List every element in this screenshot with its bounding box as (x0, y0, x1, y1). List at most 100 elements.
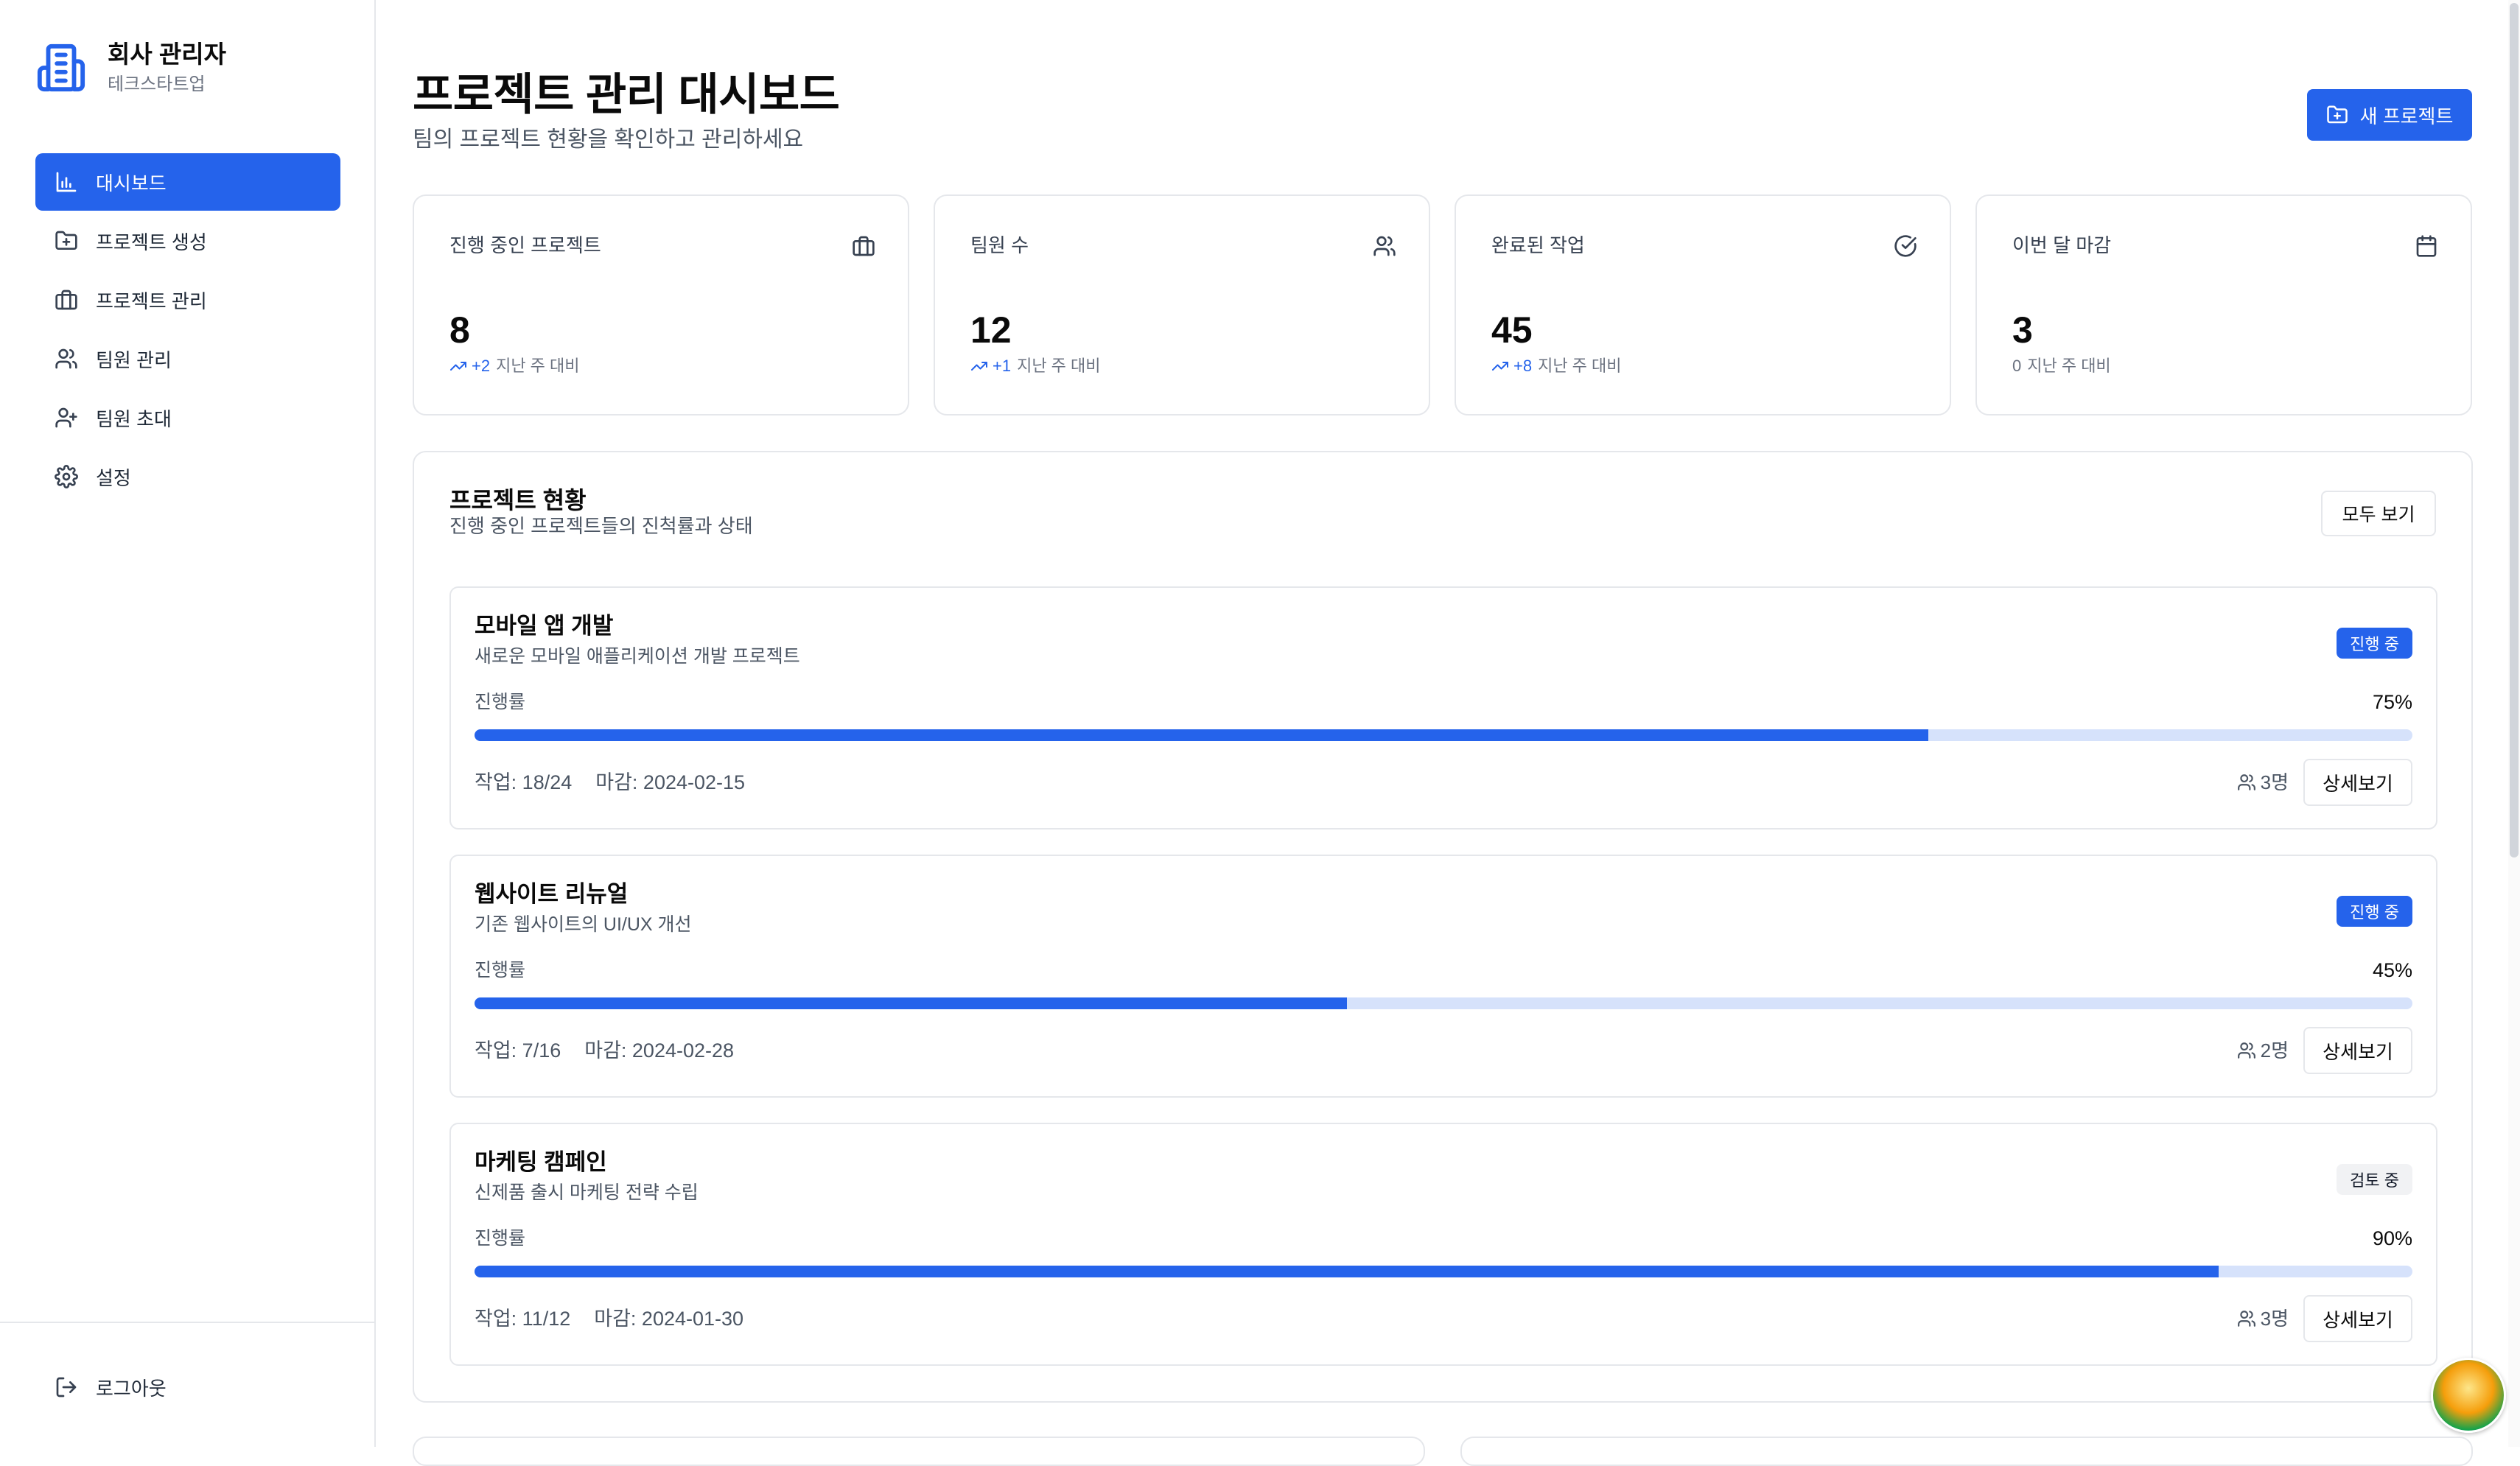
project-card-marketing-campaign: 마케팅 캠페인 신제품 출시 마케팅 전략 수립 검토 중 진행률 90% 작업… (449, 1123, 2437, 1366)
building-icon (35, 42, 87, 94)
users-icon (1373, 234, 1396, 258)
panel-title: 프로젝트 현황 (449, 487, 587, 513)
sidebar-item-invite-member[interactable]: 팀원 초대 (35, 389, 340, 446)
progress-bar (475, 729, 2412, 741)
logout-button[interactable]: 로그아웃 (35, 1358, 340, 1416)
stat-delta: +2 지난 주 대비 (449, 355, 580, 377)
sidebar-item-manage-projects[interactable]: 프로젝트 관리 (35, 271, 340, 329)
sidebar-item-label: 프로젝트 생성 (96, 231, 207, 253)
brand: 회사 관리자 테크스타트업 (35, 38, 226, 97)
stat-delta-value: +1 (993, 357, 1012, 375)
sidebar-nav: 대시보드 프로젝트 생성 프로젝트 관리 팀원 관리 팀원 초대 설정 (35, 153, 340, 507)
task-count: 작업: 11/12 (475, 1308, 571, 1330)
calendar-icon (2415, 234, 2438, 258)
progress-label: 진행률 (475, 960, 526, 981)
progress-bar-fill (475, 997, 1347, 1009)
progress-value: 90% (2372, 1227, 2412, 1249)
progress-bar-fill (475, 1266, 2219, 1277)
briefcase-icon (55, 288, 78, 312)
member-count-value: 3명 (2260, 1308, 2289, 1330)
sidebar-item-manage-members[interactable]: 팀원 관리 (35, 330, 340, 387)
briefcase-icon (852, 234, 875, 258)
page-scrollbar[interactable] (2508, 0, 2520, 1447)
member-count: 3명 (2237, 769, 2289, 796)
users-icon (2237, 1309, 2256, 1328)
sidebar-item-label: 팀원 초대 (96, 407, 172, 430)
stat-delta-suffix: 지난 주 대비 (1017, 357, 1101, 375)
users-icon (2237, 1041, 2256, 1060)
detail-button[interactable]: 상세보기 (2303, 759, 2412, 806)
member-count-value: 3명 (2260, 771, 2289, 793)
bottom-card-right (1460, 1437, 2473, 1466)
stat-value: 3 (2012, 309, 2033, 351)
sidebar-item-label: 설정 (96, 466, 131, 489)
assistant-avatar-button[interactable] (2431, 1358, 2506, 1433)
page-title: 프로젝트 관리 대시보드 (413, 70, 840, 119)
stat-value: 12 (970, 309, 1012, 351)
progress-value: 75% (2372, 691, 2412, 713)
stat-label: 팀원 수 (970, 234, 1029, 256)
sidebar-item-settings[interactable]: 설정 (35, 448, 340, 505)
progress-bar (475, 1266, 2412, 1277)
scrollbar-thumb[interactable] (2510, 3, 2519, 857)
progress-label: 진행률 (475, 692, 526, 712)
progress-value: 45% (2372, 959, 2412, 981)
progress-bar (475, 997, 2412, 1009)
new-project-button[interactable]: 새 프로젝트 (2307, 89, 2472, 141)
view-all-button[interactable]: 모두 보기 (2321, 491, 2436, 536)
project-description: 기존 웹사이트의 UI/UX 개선 (475, 914, 692, 935)
gear-icon (55, 465, 78, 488)
task-count: 작업: 7/16 (475, 1039, 561, 1062)
stat-delta-suffix: 지난 주 대비 (1538, 357, 1622, 375)
stat-delta: +1 지난 주 대비 (970, 355, 1101, 377)
member-count: 3명 (2237, 1305, 2289, 1332)
stat-delta-value: +8 (1513, 357, 1533, 375)
page-subtitle: 팀의 프로젝트 현황을 확인하고 관리하세요 (413, 127, 804, 152)
stats-row: 진행 중인 프로젝트 8 +2 지난 주 대비 팀원 수 12 +1 지난 주 … (413, 194, 2473, 415)
stat-label: 완료된 작업 (1491, 234, 1585, 256)
new-project-label: 새 프로젝트 (2359, 105, 2454, 127)
stat-value: 45 (1491, 309, 1533, 351)
stat-card-active-projects: 진행 중인 프로젝트 8 +2 지난 주 대비 (413, 194, 909, 415)
bottom-card-left (413, 1437, 1425, 1466)
status-badge: 검토 중 (2337, 1164, 2412, 1195)
progress-bar-fill (475, 729, 1928, 741)
project-name: 웹사이트 리뉴얼 (475, 881, 629, 907)
sidebar-footer: 로그아웃 (0, 1322, 374, 1447)
logout-label: 로그아웃 (96, 1377, 167, 1400)
stat-delta: 0 지난 주 대비 (2012, 355, 2111, 377)
project-meta: 작업: 11/12 마감: 2024-01-30 (475, 1305, 743, 1332)
stat-delta-suffix: 지난 주 대비 (496, 357, 580, 375)
stat-label: 이번 달 마감 (2012, 234, 2112, 256)
project-name: 마케팅 캠페인 (475, 1149, 607, 1175)
stat-label: 진행 중인 프로젝트 (449, 234, 601, 256)
project-card-mobile-app: 모바일 앱 개발 새로운 모바일 애플리케이션 개발 프로젝트 진행 중 진행률… (449, 586, 2437, 830)
stat-card-due-this-month: 이번 달 마감 3 0 지난 주 대비 (1975, 194, 2472, 415)
stat-delta: +8 지난 주 대비 (1491, 355, 1622, 377)
member-count-value: 2명 (2260, 1039, 2289, 1062)
users-icon (2237, 773, 2256, 792)
stat-card-completed-tasks: 완료된 작업 45 +8 지난 주 대비 (1455, 194, 1951, 415)
folder-plus-icon (55, 229, 78, 253)
status-badge: 진행 중 (2337, 628, 2412, 659)
sidebar-item-create-project[interactable]: 프로젝트 생성 (35, 212, 340, 270)
task-count: 작업: 18/24 (475, 771, 573, 793)
project-description: 신제품 출시 마케팅 전략 수립 (475, 1182, 699, 1203)
sidebar-item-label: 프로젝트 관리 (96, 290, 207, 312)
stat-value: 8 (449, 309, 470, 351)
status-badge: 진행 중 (2337, 896, 2412, 927)
project-status-panel: 프로젝트 현황 진행 중인 프로젝트들의 진척률과 상태 모두 보기 모바일 앱… (413, 451, 2473, 1403)
detail-button[interactable]: 상세보기 (2303, 1295, 2412, 1342)
project-meta: 작업: 18/24 마감: 2024-02-15 (475, 769, 745, 796)
stat-card-members: 팀원 수 12 +1 지난 주 대비 (934, 194, 1430, 415)
project-meta: 작업: 7/16 마감: 2024-02-28 (475, 1037, 734, 1064)
project-card-website-renewal: 웹사이트 리뉴얼 기존 웹사이트의 UI/UX 개선 진행 중 진행률 45% … (449, 855, 2437, 1098)
due-date: 마감: 2024-02-15 (595, 771, 746, 793)
trending-up-icon (970, 357, 988, 375)
brand-subtitle: 테크스타트업 (108, 74, 206, 94)
user-plus-icon (55, 406, 78, 429)
detail-button[interactable]: 상세보기 (2303, 1027, 2412, 1074)
sidebar-item-dashboard[interactable]: 대시보드 (35, 153, 340, 211)
due-date: 마감: 2024-01-30 (594, 1308, 744, 1330)
sidebar-item-label: 팀원 관리 (96, 348, 172, 371)
